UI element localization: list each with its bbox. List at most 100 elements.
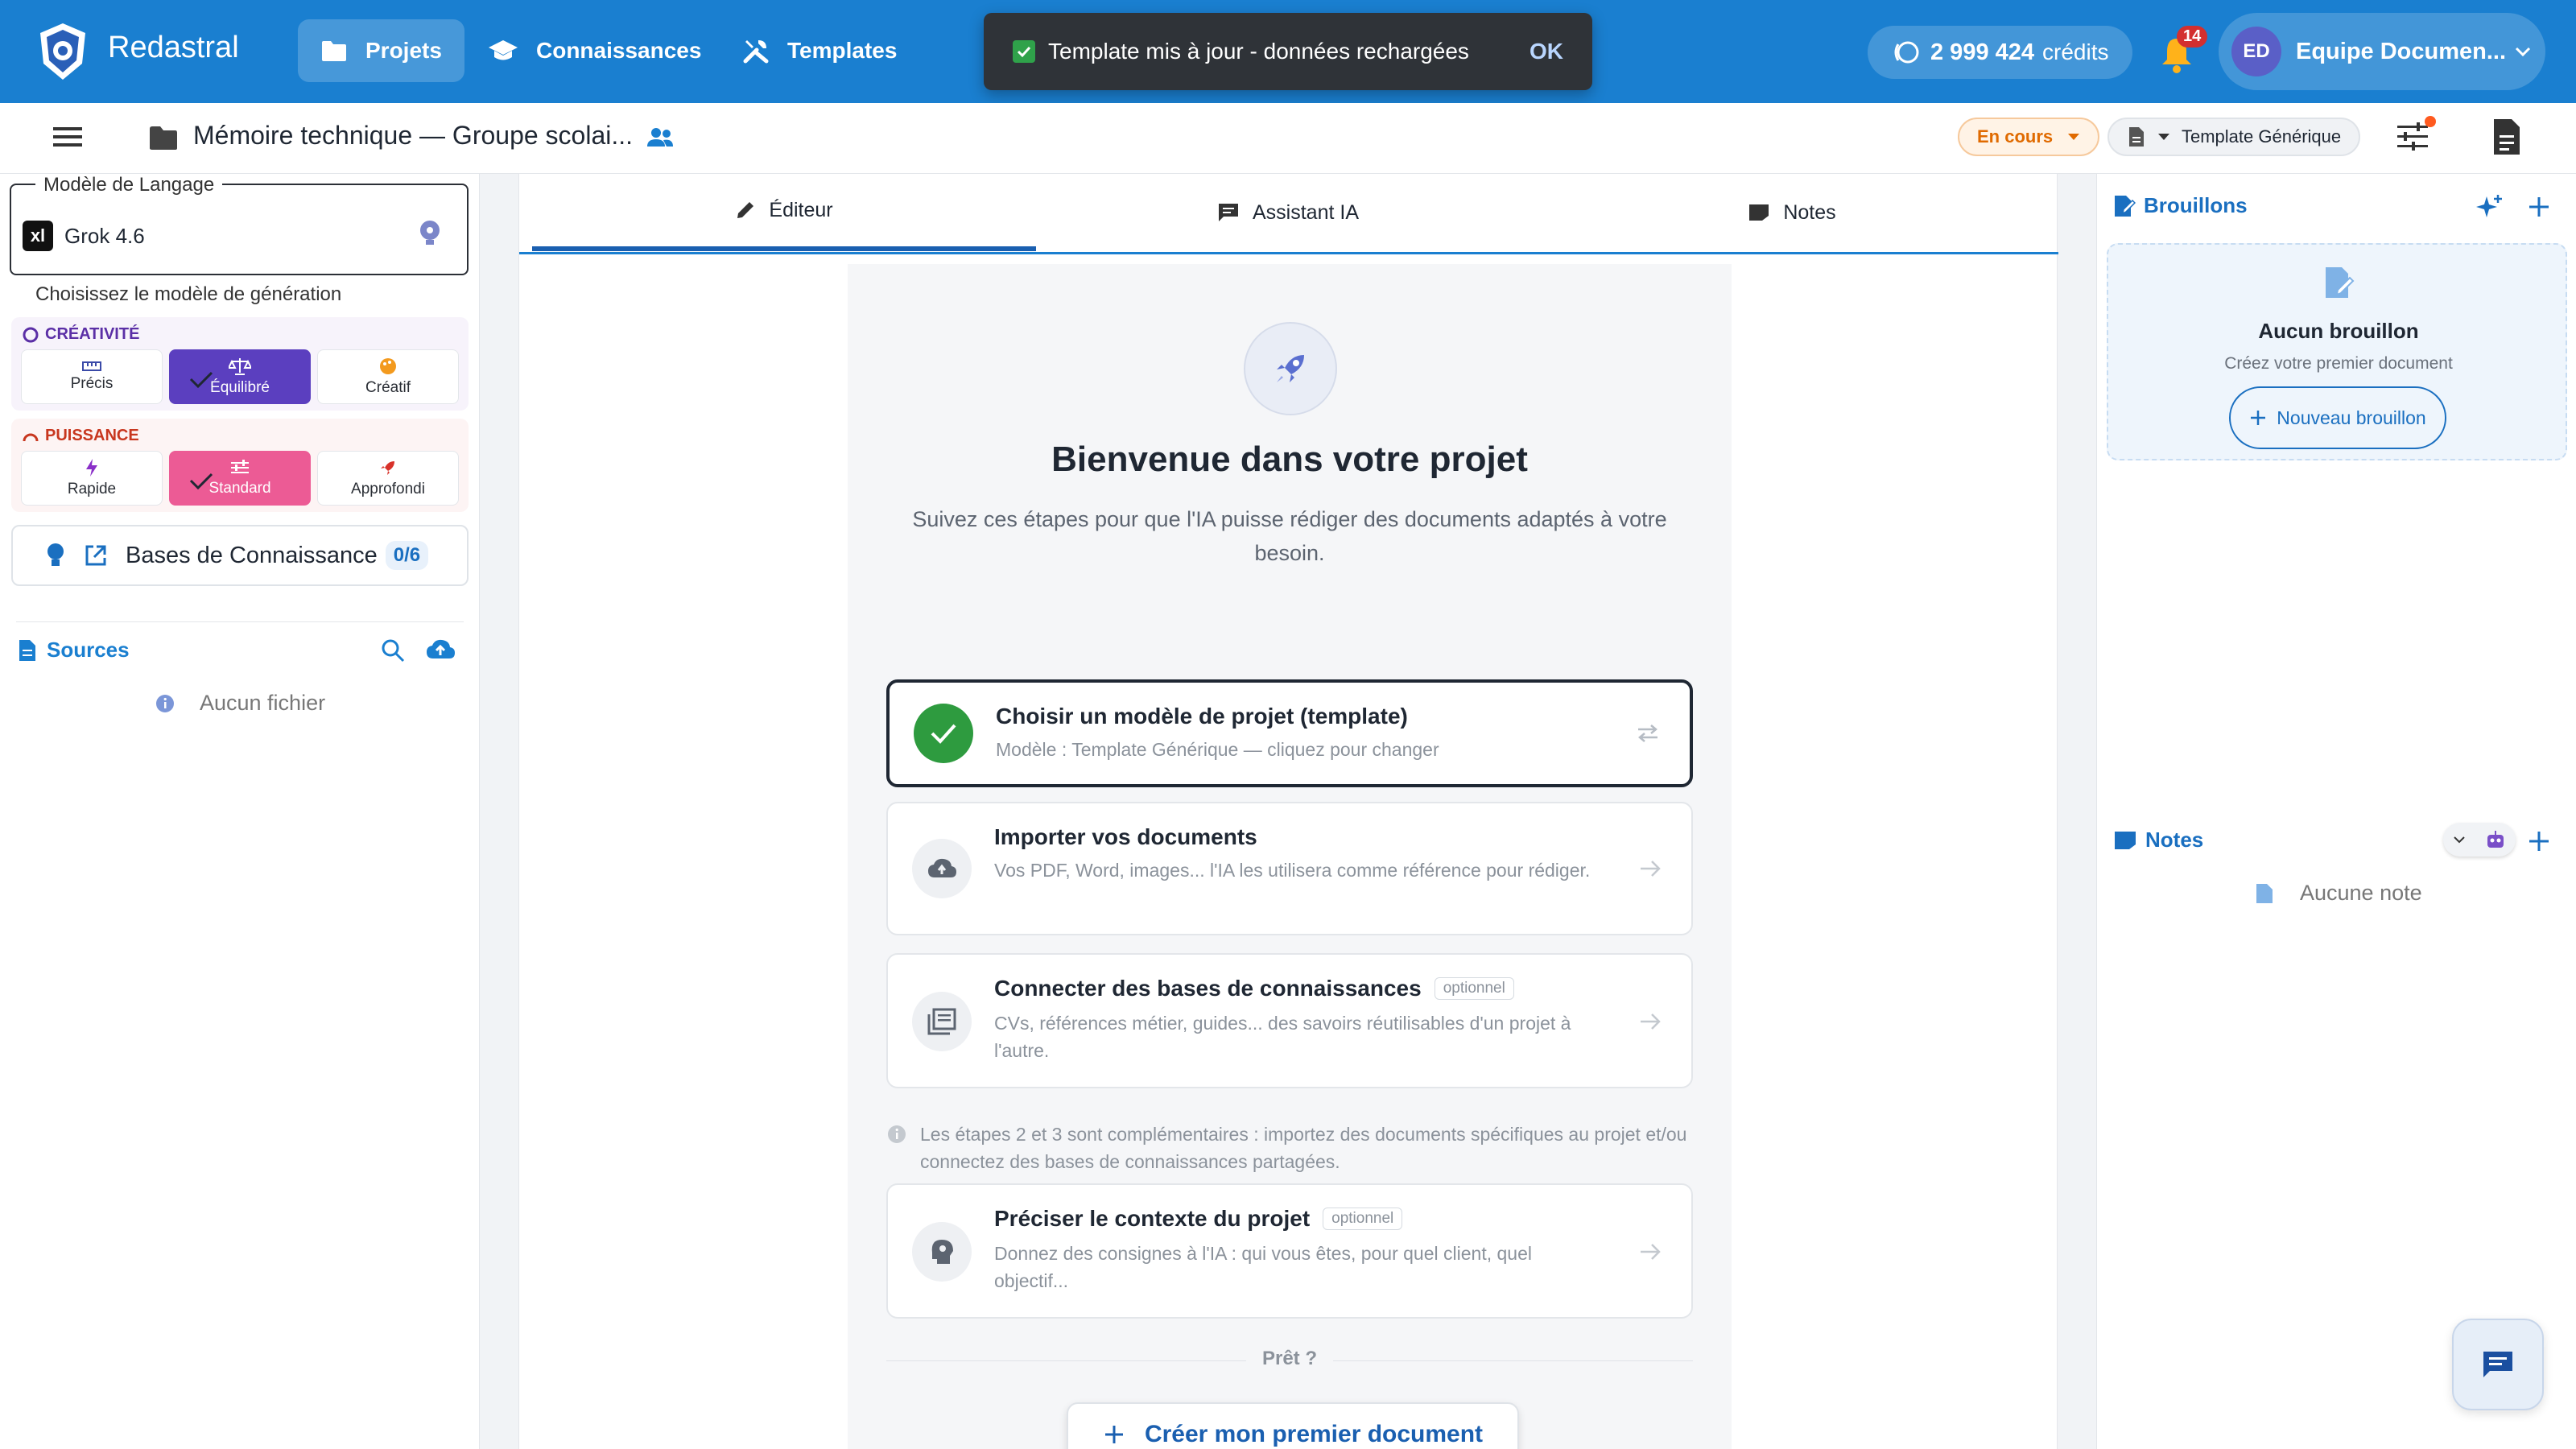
- brain-bulb-icon[interactable]: [417, 219, 443, 246]
- sources-header: Sources: [18, 638, 130, 663]
- create-first-document-button[interactable]: Créer mon premier document: [1067, 1402, 1519, 1449]
- chat-support-button[interactable]: [2452, 1319, 2544, 1410]
- notes-filter-toggle[interactable]: [2443, 823, 2516, 857]
- folder-icon: [150, 126, 177, 150]
- plus-icon[interactable]: [2527, 829, 2551, 853]
- document-icon: [19, 639, 35, 661]
- chat-icon: [2483, 1352, 2512, 1377]
- edit-document-icon: [2326, 267, 2355, 298]
- step-title: Importer vos documents: [994, 824, 1257, 849]
- welcome-subtitle: Suivez ces étapes pour que l'IA puisse r…: [912, 507, 1667, 565]
- nav-templates[interactable]: Templates: [720, 19, 919, 82]
- credits-badge[interactable]: 2 999 424 crédits: [1868, 26, 2133, 79]
- project-header: Mémoire technique — Groupe scolai... En …: [0, 103, 2576, 174]
- drafts-empty-state: Aucun brouillon Créez votre premier docu…: [2107, 243, 2567, 460]
- lightbulb-icon: [47, 543, 64, 566]
- nav-projects-label: Projets: [365, 38, 442, 63]
- knowledge-bases-count: 0/6: [385, 541, 429, 570]
- main-editor: Éditeur Assistant IA Notes Bienvenue dan…: [518, 174, 2058, 1449]
- ruler-icon: [82, 361, 101, 371]
- project-title[interactable]: Mémoire technique — Groupe scolai...: [193, 121, 633, 151]
- divider: [16, 621, 464, 622]
- step-title: Choisir un modèle de projet (template): [996, 704, 1408, 729]
- coins-icon: [1894, 41, 1919, 64]
- info-icon: [888, 1125, 906, 1143]
- template-selector[interactable]: Template Générique: [2107, 118, 2361, 156]
- status-dropdown[interactable]: En cours: [1958, 118, 2100, 156]
- notes-header: Notes: [2113, 828, 2203, 852]
- optional-tag: optionnel: [1323, 1208, 1403, 1230]
- notifications-button[interactable]: 14: [2154, 26, 2208, 77]
- ready-label: Prêt ?: [848, 1348, 1732, 1370]
- folder-icon: [322, 41, 346, 61]
- new-draft-button[interactable]: Nouveau brouillon: [2229, 386, 2446, 449]
- creativity-group: CRÉATIVITÉ Précis Équilibré Créatif: [11, 317, 469, 411]
- note-icon: [2115, 831, 2136, 849]
- user-name: Equipe Documen...: [2296, 38, 2507, 64]
- user-menu[interactable]: ED Equipe Documen...: [2219, 13, 2545, 90]
- menu-icon[interactable]: [50, 121, 85, 153]
- right-sidebar: Brouillons Aucun brouillon Créez votre p…: [2096, 174, 2576, 1449]
- step-description: Vos PDF, Word, images... l'IA les utilis…: [994, 860, 1591, 881]
- model-legend: Modèle de Langage: [35, 174, 223, 196]
- caret-down-icon: [2158, 134, 2169, 140]
- external-link-icon[interactable]: [84, 543, 108, 568]
- library-icon: [912, 992, 972, 1051]
- check-circle-icon: [914, 704, 973, 763]
- check-icon: [1013, 40, 1035, 63]
- nav-knowledge[interactable]: Connaissances: [465, 19, 724, 82]
- cloud-upload-icon: [912, 839, 972, 898]
- document-icon[interactable]: [2491, 118, 2523, 156]
- step-project-context[interactable]: Préciser le contexte du projet optionnel…: [886, 1183, 1693, 1319]
- step-choose-template[interactable]: Choisir un modèle de projet (template) M…: [886, 679, 1693, 787]
- knowledge-bases-button[interactable]: Bases de Connaissance 0/6: [11, 525, 469, 586]
- arrow-right-icon: [1641, 1244, 1661, 1260]
- plus-icon[interactable]: [2527, 195, 2551, 219]
- app-name[interactable]: Redastral: [108, 31, 239, 65]
- status-label: En cours: [1977, 126, 2054, 147]
- drafts-empty-subtitle: Créez votre premier document: [2224, 354, 2453, 373]
- document-icon: [2256, 883, 2273, 903]
- check-icon: [189, 371, 213, 389]
- sparkle-add-icon[interactable]: [2474, 193, 2504, 221]
- power-option-rapide[interactable]: Rapide: [21, 451, 163, 506]
- creativity-option-creatif[interactable]: Créatif: [317, 349, 459, 404]
- model-selector[interactable]: Modèle de Langage xl Grok 4.6: [10, 174, 469, 275]
- step-title: Connecter des bases de connaissances opt…: [994, 976, 1514, 1001]
- no-file-message: Aucun fichier: [155, 691, 325, 716]
- pencil-icon: [737, 202, 754, 218]
- tab-editor[interactable]: Éditeur: [532, 174, 1036, 251]
- step-import-documents[interactable]: Importer vos documents Vos PDF, Word, im…: [886, 802, 1693, 935]
- avatar: ED: [2231, 27, 2281, 76]
- power-group: PUISSANCE Rapide Standard Approfondi: [11, 419, 469, 512]
- toast-notification: Template mis à jour - données rechargées…: [984, 13, 1592, 90]
- head-thinking-icon: [912, 1222, 972, 1282]
- chat-icon: [1219, 204, 1238, 221]
- model-name: Grok 4.6: [64, 224, 145, 248]
- team-icon[interactable]: [646, 126, 675, 150]
- nav-projects[interactable]: Projets: [298, 19, 464, 82]
- creativity-option-precis[interactable]: Précis: [21, 349, 163, 404]
- drafts-header: Brouillons: [2113, 193, 2248, 218]
- welcome-panel: Bienvenue dans votre projet Suivez ces é…: [848, 264, 1732, 1449]
- power-option-approfondi[interactable]: Approfondi: [317, 451, 459, 506]
- left-sidebar: Modèle de Langage xl Grok 4.6 Choisissez…: [0, 174, 480, 1449]
- search-icon[interactable]: [380, 638, 406, 663]
- power-option-standard[interactable]: Standard: [169, 451, 311, 506]
- note-icon: [1749, 204, 1769, 221]
- tab-assistant[interactable]: Assistant IA: [1036, 174, 1540, 251]
- tab-notes[interactable]: Notes: [1540, 174, 2044, 251]
- creativity-option-equilibre[interactable]: Équilibré: [169, 349, 311, 404]
- step-connect-knowledge[interactable]: Connecter des bases de connaissances opt…: [886, 953, 1693, 1088]
- graduation-cap-icon: [489, 40, 518, 60]
- drafts-empty-title: Aucun brouillon: [2258, 319, 2419, 343]
- power-label: PUISSANCE: [23, 427, 139, 445]
- top-bar: Redastral Projets Connaissances Template…: [0, 0, 2576, 103]
- cloud-upload-icon[interactable]: [425, 638, 456, 662]
- palette-icon: [380, 358, 396, 374]
- plus-icon: [2251, 411, 2266, 425]
- app-logo-icon[interactable]: [32, 19, 93, 84]
- drafts-title: Brouillons: [2144, 193, 2248, 217]
- toast-ok-button[interactable]: OK: [1530, 39, 1563, 64]
- knowledge-bases-label: Bases de Connaissance: [126, 542, 378, 568]
